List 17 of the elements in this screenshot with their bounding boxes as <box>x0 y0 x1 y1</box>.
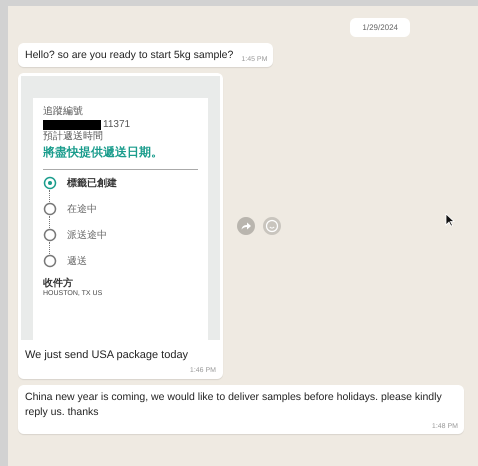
step-label: 在途中 <box>67 202 97 216</box>
delivery-label: 預計遞送時間 <box>43 131 104 144</box>
step-label: 派送途中 <box>67 228 107 242</box>
tracking-label: 追蹤編號 <box>43 106 84 119</box>
message-text: We just send USA package today <box>24 348 190 364</box>
mouse-cursor-icon <box>445 213 455 228</box>
delivery-date-text: 將盡快提供遞送日期。 <box>43 144 164 161</box>
step-label: 標籤已創建 <box>67 176 117 190</box>
recipient-label: 收件方 <box>43 276 74 290</box>
message-text: China new year is coming, we would like to deliver samples before holidays. please kindly reply us. thanks <box>25 390 443 420</box>
emoji-icon[interactable] <box>263 217 281 236</box>
tracking-number: 11371 <box>103 118 130 132</box>
date-chip: 1/29/2024 <box>350 18 410 37</box>
step-label: 遞送 <box>67 254 87 268</box>
forward-icon[interactable] <box>237 217 255 236</box>
message-text: Hello? so are you ready to start 5kg sample? <box>25 48 234 63</box>
redaction-bar <box>43 120 101 130</box>
